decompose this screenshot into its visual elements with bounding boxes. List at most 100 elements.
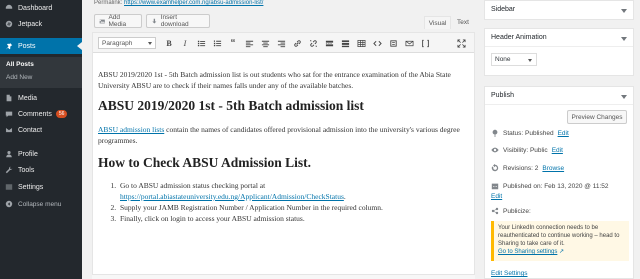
italic-button[interactable]: I bbox=[179, 37, 191, 49]
toolbar-toggle-button[interactable] bbox=[339, 37, 351, 49]
chevron-down-icon bbox=[528, 59, 532, 62]
menu-label: Dashboard bbox=[18, 4, 53, 12]
wrench-icon bbox=[0, 166, 18, 174]
unlink-button[interactable] bbox=[307, 37, 319, 49]
download-icon bbox=[152, 18, 157, 24]
numbered-list-icon bbox=[213, 39, 221, 46]
sharing-settings-link[interactable]: Go to Sharing settings bbox=[498, 249, 557, 255]
toggle-arrow-icon[interactable] bbox=[621, 9, 627, 13]
menu-label: Profile bbox=[18, 150, 38, 158]
revisions-browse-link[interactable]: Browse bbox=[542, 165, 564, 172]
divider bbox=[485, 104, 633, 105]
menu-posts[interactable]: Posts bbox=[0, 38, 82, 54]
visibility-edit-link[interactable]: Edit bbox=[552, 147, 563, 154]
post-content[interactable]: ABSU 2019/2020 1st - 5th Batch admission… bbox=[98, 69, 468, 224]
align-left-button[interactable] bbox=[243, 37, 255, 49]
pin-icon bbox=[492, 129, 498, 137]
add-media-button[interactable]: Add Media bbox=[94, 14, 142, 28]
envelope-icon bbox=[0, 126, 18, 134]
tab-visual[interactable]: Visual bbox=[424, 16, 451, 29]
link-button[interactable] bbox=[291, 37, 303, 49]
publicize-label: Publicize: bbox=[503, 207, 531, 215]
menu-settings[interactable]: Settings bbox=[0, 179, 82, 195]
content-heading: ABSU 2019/2020 1st - 5th Batch admission… bbox=[98, 98, 364, 113]
tab-text[interactable]: Text bbox=[451, 16, 475, 29]
code-button[interactable] bbox=[371, 37, 383, 49]
sidebar-box-title: Sidebar bbox=[491, 6, 516, 13]
fullscreen-icon bbox=[456, 38, 466, 48]
steps-list: Go to ABSU admission status checking por… bbox=[118, 180, 468, 224]
bullet-list-button[interactable] bbox=[195, 37, 207, 49]
code-icon bbox=[372, 40, 382, 46]
header-animation-value: None bbox=[495, 56, 511, 63]
status-edit-link[interactable]: Edit bbox=[558, 130, 569, 137]
insert-more-button[interactable] bbox=[323, 37, 335, 49]
plugin-button-2[interactable] bbox=[403, 37, 415, 49]
mail-icon bbox=[405, 40, 413, 46]
bold-button[interactable]: B bbox=[163, 37, 175, 49]
notice-text: Your LinkedIn connection needs to be rea… bbox=[498, 225, 620, 247]
menu-label: Media bbox=[18, 94, 38, 102]
admin-sidebar: Dashboard Jetpack Posts All Posts Add Ne… bbox=[0, 0, 82, 279]
menu-dashboard[interactable]: Dashboard bbox=[0, 0, 82, 16]
menu-comments[interactable]: Comments 56 bbox=[0, 106, 82, 122]
step1-text: Go to ABSU admission status checking por… bbox=[120, 181, 266, 190]
revisions-label: Revisions: 2 bbox=[503, 164, 539, 172]
user-icon bbox=[0, 150, 18, 158]
published-on-edit-link[interactable]: Edit bbox=[491, 193, 502, 200]
menu-jetpack[interactable]: Jetpack bbox=[0, 16, 82, 32]
align-center-button[interactable] bbox=[259, 37, 271, 49]
revisions-icon bbox=[491, 164, 499, 172]
menu-profile[interactable]: Profile bbox=[0, 146, 82, 162]
header-animation-metabox: Header Animation None bbox=[484, 28, 634, 76]
menu-contact[interactable]: Contact bbox=[0, 122, 82, 138]
list-item: Go to ABSU admission status checking por… bbox=[118, 180, 468, 202]
quote-icon: “ bbox=[230, 37, 236, 49]
submenu-all-posts[interactable]: All Posts bbox=[6, 61, 34, 68]
menu-tools[interactable]: Tools bbox=[0, 162, 82, 178]
menu-label: Contact bbox=[18, 126, 43, 134]
edit-settings-link[interactable]: Edit Settings bbox=[491, 270, 528, 277]
collapse-icon bbox=[0, 200, 18, 208]
blockquote-button[interactable]: “ bbox=[227, 37, 239, 49]
toggle-arrow-icon[interactable] bbox=[621, 37, 627, 41]
menu-label: Comments bbox=[18, 110, 52, 118]
preview-changes-button[interactable]: Preview Changes bbox=[567, 110, 627, 124]
permalink-bar: Permalink: https://www.examhelper.com.ng… bbox=[94, 0, 474, 6]
shortcode-icon bbox=[421, 39, 429, 47]
portal-link[interactable]: https://portal.abiastateuniversity.edu.n… bbox=[120, 192, 344, 201]
menu-label: Tools bbox=[18, 166, 35, 174]
toggle-arrow-icon[interactable] bbox=[621, 95, 627, 99]
pushpin-icon bbox=[0, 42, 18, 50]
format-select[interactable]: Paragraph bbox=[98, 37, 156, 49]
camera-music-icon bbox=[99, 19, 105, 23]
fullscreen-button[interactable] bbox=[455, 37, 467, 49]
numbered-list-button[interactable] bbox=[211, 37, 223, 49]
admission-lists-link[interactable]: ABSU admission lists bbox=[98, 125, 164, 134]
align-left-icon bbox=[245, 40, 253, 47]
permalink-url[interactable]: https://www.examhelper.com.ng/absu-admis… bbox=[124, 0, 263, 6]
submenu-add-new[interactable]: Add New bbox=[6, 74, 32, 81]
menu-media[interactable]: Media bbox=[0, 90, 82, 106]
editor-toolbar: Paragraph B I “ bbox=[93, 33, 474, 53]
insert-table-button[interactable] bbox=[355, 37, 367, 49]
collapse-menu-button[interactable]: Collapse menu bbox=[0, 196, 82, 212]
insert-download-button[interactable]: Insert download bbox=[146, 14, 210, 28]
add-media-label: Add Media bbox=[108, 14, 127, 28]
admission-lists-paragraph: ABSU admission lists contain the names o… bbox=[98, 124, 468, 146]
plugin-button-3[interactable] bbox=[419, 37, 431, 49]
align-right-button[interactable] bbox=[275, 37, 287, 49]
editor-box: Paragraph B I “ ABSU 2019/2020 1st - 5th… bbox=[92, 32, 475, 279]
sidebar-metabox[interactable]: Sidebar bbox=[484, 0, 634, 20]
external-link-icon: ↗ bbox=[559, 249, 565, 255]
media-icon bbox=[0, 94, 18, 102]
header-animation-select[interactable]: None bbox=[491, 53, 537, 66]
status-label: Status: Published bbox=[503, 129, 554, 137]
comments-count-badge: 56 bbox=[55, 110, 68, 118]
publish-metabox: Publish Preview Changes Status: Publishe… bbox=[484, 86, 634, 279]
jetpack-icon bbox=[0, 20, 18, 28]
plugin-button-1[interactable] bbox=[387, 37, 399, 49]
align-center-icon bbox=[261, 40, 269, 47]
header-animation-title: Header Animation bbox=[491, 34, 547, 41]
chevron-down-icon bbox=[148, 42, 152, 45]
